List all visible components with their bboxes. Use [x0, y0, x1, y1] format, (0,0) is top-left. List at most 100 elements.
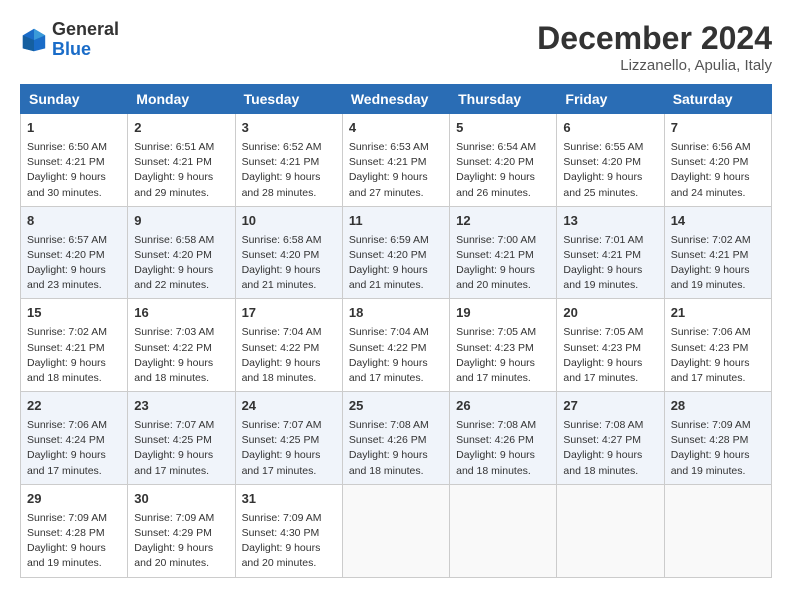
- sunrise-text: Sunrise: 6:51 AM: [134, 141, 214, 153]
- sunset-text: Sunset: 4:30 PM: [242, 527, 320, 539]
- sunset-text: Sunset: 4:21 PM: [563, 249, 641, 261]
- sunset-text: Sunset: 4:22 PM: [349, 342, 427, 354]
- sunrise-text: Sunrise: 7:08 AM: [349, 419, 429, 431]
- day-number: 18: [349, 304, 443, 323]
- sunrise-text: Sunrise: 7:07 AM: [242, 419, 322, 431]
- sunset-text: Sunset: 4:25 PM: [134, 434, 212, 446]
- daylight-text: Daylight: 9 hours and 17 minutes.: [671, 357, 750, 384]
- sunrise-text: Sunrise: 7:09 AM: [134, 512, 214, 524]
- table-row: 12Sunrise: 7:00 AMSunset: 4:21 PMDayligh…: [450, 206, 557, 299]
- daylight-text: Daylight: 9 hours and 23 minutes.: [27, 264, 106, 291]
- sunset-text: Sunset: 4:22 PM: [134, 342, 212, 354]
- sunrise-text: Sunrise: 6:58 AM: [242, 234, 322, 246]
- table-row: 10Sunrise: 6:58 AMSunset: 4:20 PMDayligh…: [235, 206, 342, 299]
- sunset-text: Sunset: 4:21 PM: [27, 342, 105, 354]
- daylight-text: Daylight: 9 hours and 18 minutes.: [27, 357, 106, 384]
- daylight-text: Daylight: 9 hours and 24 minutes.: [671, 171, 750, 198]
- calendar-table: Sunday Monday Tuesday Wednesday Thursday…: [20, 84, 772, 578]
- sunrise-text: Sunrise: 7:07 AM: [134, 419, 214, 431]
- day-number: 5: [456, 119, 550, 138]
- sunrise-text: Sunrise: 7:00 AM: [456, 234, 536, 246]
- day-number: 20: [563, 304, 657, 323]
- table-row: 6Sunrise: 6:55 AMSunset: 4:20 PMDaylight…: [557, 114, 664, 207]
- table-row: 22Sunrise: 7:06 AMSunset: 4:24 PMDayligh…: [21, 392, 128, 485]
- table-row: 13Sunrise: 7:01 AMSunset: 4:21 PMDayligh…: [557, 206, 664, 299]
- table-row: 3Sunrise: 6:52 AMSunset: 4:21 PMDaylight…: [235, 114, 342, 207]
- sunrise-text: Sunrise: 6:50 AM: [27, 141, 107, 153]
- daylight-text: Daylight: 9 hours and 21 minutes.: [242, 264, 321, 291]
- day-number: 7: [671, 119, 765, 138]
- sunrise-text: Sunrise: 7:05 AM: [456, 326, 536, 338]
- sunrise-text: Sunrise: 6:59 AM: [349, 234, 429, 246]
- col-friday: Friday: [557, 85, 664, 114]
- page-header: General Blue December 2024 Lizzanello, A…: [20, 20, 772, 74]
- day-number: 13: [563, 212, 657, 231]
- table-row: 18Sunrise: 7:04 AMSunset: 4:22 PMDayligh…: [342, 299, 449, 392]
- sunset-text: Sunset: 4:21 PM: [671, 249, 749, 261]
- sunrise-text: Sunrise: 7:06 AM: [27, 419, 107, 431]
- daylight-text: Daylight: 9 hours and 26 minutes.: [456, 171, 535, 198]
- location-subtitle: Lizzanello, Apulia, Italy: [537, 57, 772, 74]
- day-number: 23: [134, 397, 228, 416]
- daylight-text: Daylight: 9 hours and 18 minutes.: [349, 449, 428, 476]
- table-row: 7Sunrise: 6:56 AMSunset: 4:20 PMDaylight…: [664, 114, 771, 207]
- day-number: 30: [134, 490, 228, 509]
- calendar-week-row: 1Sunrise: 6:50 AMSunset: 4:21 PMDaylight…: [21, 114, 772, 207]
- table-row: 27Sunrise: 7:08 AMSunset: 4:27 PMDayligh…: [557, 392, 664, 485]
- daylight-text: Daylight: 9 hours and 18 minutes.: [563, 449, 642, 476]
- sunrise-text: Sunrise: 7:03 AM: [134, 326, 214, 338]
- sunset-text: Sunset: 4:27 PM: [563, 434, 641, 446]
- sunset-text: Sunset: 4:28 PM: [27, 527, 105, 539]
- day-number: 11: [349, 212, 443, 231]
- day-number: 22: [27, 397, 121, 416]
- sunset-text: Sunset: 4:23 PM: [671, 342, 749, 354]
- day-number: 1: [27, 119, 121, 138]
- logo-icon: [20, 26, 48, 54]
- table-row: [664, 484, 771, 577]
- col-tuesday: Tuesday: [235, 85, 342, 114]
- sunrise-text: Sunrise: 7:08 AM: [456, 419, 536, 431]
- title-block: December 2024 Lizzanello, Apulia, Italy: [537, 20, 772, 74]
- table-row: 28Sunrise: 7:09 AMSunset: 4:28 PMDayligh…: [664, 392, 771, 485]
- day-number: 14: [671, 212, 765, 231]
- table-row: 2Sunrise: 6:51 AMSunset: 4:21 PMDaylight…: [128, 114, 235, 207]
- table-row: 19Sunrise: 7:05 AMSunset: 4:23 PMDayligh…: [450, 299, 557, 392]
- calendar-week-row: 22Sunrise: 7:06 AMSunset: 4:24 PMDayligh…: [21, 392, 772, 485]
- table-row: 15Sunrise: 7:02 AMSunset: 4:21 PMDayligh…: [21, 299, 128, 392]
- sunset-text: Sunset: 4:20 PM: [671, 156, 749, 168]
- table-row: [342, 484, 449, 577]
- daylight-text: Daylight: 9 hours and 19 minutes.: [671, 449, 750, 476]
- col-monday: Monday: [128, 85, 235, 114]
- daylight-text: Daylight: 9 hours and 21 minutes.: [349, 264, 428, 291]
- daylight-text: Daylight: 9 hours and 17 minutes.: [563, 357, 642, 384]
- table-row: [557, 484, 664, 577]
- sunrise-text: Sunrise: 7:09 AM: [242, 512, 322, 524]
- daylight-text: Daylight: 9 hours and 29 minutes.: [134, 171, 213, 198]
- sunrise-text: Sunrise: 6:53 AM: [349, 141, 429, 153]
- table-row: 9Sunrise: 6:58 AMSunset: 4:20 PMDaylight…: [128, 206, 235, 299]
- daylight-text: Daylight: 9 hours and 20 minutes.: [134, 542, 213, 569]
- sunset-text: Sunset: 4:23 PM: [456, 342, 534, 354]
- sunset-text: Sunset: 4:25 PM: [242, 434, 320, 446]
- table-row: 4Sunrise: 6:53 AMSunset: 4:21 PMDaylight…: [342, 114, 449, 207]
- table-row: 17Sunrise: 7:04 AMSunset: 4:22 PMDayligh…: [235, 299, 342, 392]
- daylight-text: Daylight: 9 hours and 19 minutes.: [671, 264, 750, 291]
- sunset-text: Sunset: 4:22 PM: [242, 342, 320, 354]
- table-row: 1Sunrise: 6:50 AMSunset: 4:21 PMDaylight…: [21, 114, 128, 207]
- sunset-text: Sunset: 4:20 PM: [242, 249, 320, 261]
- col-sunday: Sunday: [21, 85, 128, 114]
- table-row: 30 Sunrise: 7:09 AM Sunset: 4:29 PM Dayligh…: [128, 484, 235, 577]
- sunrise-text: Sunrise: 7:04 AM: [242, 326, 322, 338]
- sunrise-text: Sunrise: 7:02 AM: [671, 234, 751, 246]
- sunset-text: Sunset: 4:29 PM: [134, 527, 212, 539]
- day-number: 12: [456, 212, 550, 231]
- col-wednesday: Wednesday: [342, 85, 449, 114]
- daylight-text: Daylight: 9 hours and 27 minutes.: [349, 171, 428, 198]
- logo-general: General: [52, 19, 119, 39]
- col-thursday: Thursday: [450, 85, 557, 114]
- daylight-text: Daylight: 9 hours and 17 minutes.: [27, 449, 106, 476]
- daylight-text: Daylight: 9 hours and 19 minutes.: [563, 264, 642, 291]
- day-number: 26: [456, 397, 550, 416]
- day-number: 28: [671, 397, 765, 416]
- day-number: 2: [134, 119, 228, 138]
